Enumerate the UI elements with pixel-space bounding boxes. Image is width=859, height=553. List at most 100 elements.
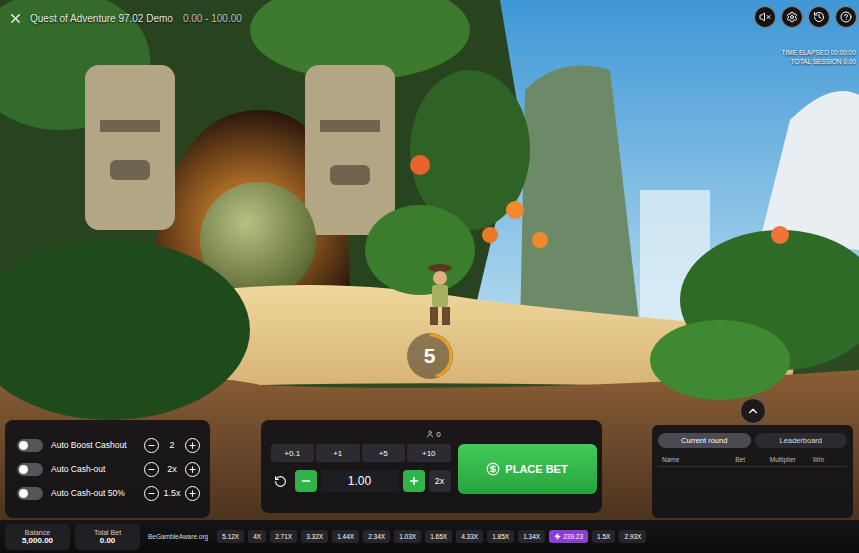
toggle-knob xyxy=(19,489,28,498)
decrease-button[interactable] xyxy=(144,438,159,453)
setting-value: 1.5x xyxy=(162,488,182,498)
multiplier-history: 5.12X4X2.71X3.32X1.44X2.34X1.03X1.65X4.3… xyxy=(217,530,646,543)
balance-value: 5,000.00 xyxy=(22,536,53,545)
history-button[interactable] xyxy=(808,6,830,28)
quick-amount-button[interactable]: +0.1 xyxy=(271,444,315,462)
help-icon xyxy=(840,11,852,23)
setting-stepper: 1.5x xyxy=(144,486,200,501)
bet-panel: 0 +0.1+1+5+10 1.00 2x PLACE BET xyxy=(261,420,602,513)
toggle-knob xyxy=(19,441,28,450)
close-button[interactable] xyxy=(6,9,24,27)
increase-bet-button[interactable] xyxy=(403,470,425,492)
quick-amounts: +0.1+1+5+10 xyxy=(271,444,451,462)
toggle[interactable] xyxy=(17,463,43,476)
minus-icon xyxy=(147,489,156,498)
gamble-aware-link[interactable]: BeGambleAware.org xyxy=(148,533,208,540)
history-chip: 2.93X xyxy=(619,530,646,543)
game-screen: Quest of Adventure 97.02 Demo0.00 - 100.… xyxy=(0,0,859,553)
minus-icon xyxy=(147,441,156,450)
header-cell: Name xyxy=(662,456,735,463)
explorer-character xyxy=(428,264,452,325)
expand-button[interactable] xyxy=(740,398,766,424)
history-chip: 1.03X xyxy=(394,530,421,543)
round-tab[interactable]: Current round xyxy=(658,433,751,448)
game-title: Quest of Adventure 97.02 Demo xyxy=(30,13,173,24)
session-line: TIME ELAPSED 00:00:00 xyxy=(782,49,856,58)
setting-value: 2 xyxy=(162,440,182,450)
reset-button[interactable] xyxy=(271,471,291,491)
settings-button[interactable] xyxy=(781,6,803,28)
auto-setting-row: Auto Boost Cashout 2 xyxy=(17,436,200,454)
game-ui: Quest of Adventure 97.02 Demo0.00 - 100.… xyxy=(0,0,859,553)
auto-setting-row: Auto Cash-out 50%1.5x xyxy=(17,484,200,502)
history-chip: 1.34X xyxy=(518,530,545,543)
history-chip: 2.71X xyxy=(270,530,297,543)
setting-value: 2x xyxy=(162,464,182,474)
players-count: 0 xyxy=(271,427,597,441)
header-cell: Win xyxy=(813,456,843,463)
round-panel: Current round Leaderboard NameBetMultiplie… xyxy=(652,425,853,518)
increase-button[interactable] xyxy=(185,486,200,501)
double-button[interactable]: 2x xyxy=(429,470,451,492)
plus-icon xyxy=(188,441,197,450)
history-chip: 4X xyxy=(248,530,266,543)
quick-amount-button[interactable]: +10 xyxy=(407,444,451,462)
setting-label: Auto Cash-out xyxy=(51,464,144,474)
increase-button[interactable] xyxy=(185,462,200,477)
controls-row: Auto Boost Cashout 2 Auto Cash-out 2x Auto C… xyxy=(0,398,859,520)
sound-button[interactable] xyxy=(754,6,776,28)
quick-amount-button[interactable]: +5 xyxy=(362,444,406,462)
status-bar: Balance5,000.00Total Bet0.00BeGambleAwar… xyxy=(0,520,859,553)
header-cell: Multiplier xyxy=(770,456,813,463)
close-icon xyxy=(8,11,23,26)
history-chip: 1.65X xyxy=(425,530,452,543)
increase-button[interactable] xyxy=(185,438,200,453)
top-bar: Quest of Adventure 97.02 Demo0.00 - 100.… xyxy=(0,0,859,35)
totem xyxy=(305,65,395,235)
sound-off-icon xyxy=(759,11,771,23)
decrease-bet-button[interactable] xyxy=(295,470,317,492)
reset-icon xyxy=(274,475,287,488)
minus-icon xyxy=(147,465,156,474)
countdown: 5 xyxy=(407,333,453,379)
lightning-icon xyxy=(554,533,561,540)
history-chip: 2.34X xyxy=(363,530,390,543)
minus-icon xyxy=(300,475,312,487)
coin-icon xyxy=(486,462,500,476)
history-chip: 1.44X xyxy=(332,530,359,543)
history-chip: 4.33X xyxy=(456,530,483,543)
top-icons xyxy=(754,6,857,28)
round-tab[interactable]: Leaderboard xyxy=(755,433,848,448)
help-button[interactable] xyxy=(835,6,857,28)
gear-icon xyxy=(786,11,798,23)
session-line: TOTAL SESSION 0.00 xyxy=(782,58,856,67)
history-chip: 3.32X xyxy=(301,530,328,543)
decrease-button[interactable] xyxy=(144,462,159,477)
table-header: NameBetMultiplierWin xyxy=(658,456,847,467)
setting-stepper: 2x xyxy=(144,462,200,477)
players-value: 0 xyxy=(436,430,440,439)
round-tabs: Current round Leaderboard xyxy=(658,433,847,448)
toggle[interactable] xyxy=(17,487,43,500)
plus-icon xyxy=(408,475,420,487)
session-info: TIME ELAPSED 00:00:00TOTAL SESSION 0.00 xyxy=(782,35,859,67)
setting-label: Auto Boost Cashout xyxy=(51,440,144,450)
play-area: 5 xyxy=(0,67,859,398)
snow-rock xyxy=(760,91,859,250)
decrease-button[interactable] xyxy=(144,486,159,501)
place-bet-button[interactable]: PLACE BET xyxy=(458,444,597,494)
toggle[interactable] xyxy=(17,439,43,452)
total-bet-box: Total Bet0.00 xyxy=(75,524,140,550)
total-bet-label: Total Bet xyxy=(94,529,121,536)
bet-inputs: +0.1+1+5+10 1.00 2x xyxy=(271,444,451,494)
quick-amount-button[interactable]: +1 xyxy=(316,444,360,462)
place-bet-label: PLACE BET xyxy=(505,463,567,475)
plus-icon xyxy=(188,489,197,498)
bet-amount-row: 1.00 2x xyxy=(271,469,451,493)
countdown-value: 5 xyxy=(424,344,436,368)
history-chip: 239.23 xyxy=(549,530,588,543)
header-cell: Bet xyxy=(735,456,769,463)
history-chip: 1.5X xyxy=(592,530,615,543)
title-group: Quest of Adventure 97.02 Demo0.00 - 100.… xyxy=(6,6,242,27)
bet-amount-field[interactable]: 1.00 xyxy=(321,470,399,492)
